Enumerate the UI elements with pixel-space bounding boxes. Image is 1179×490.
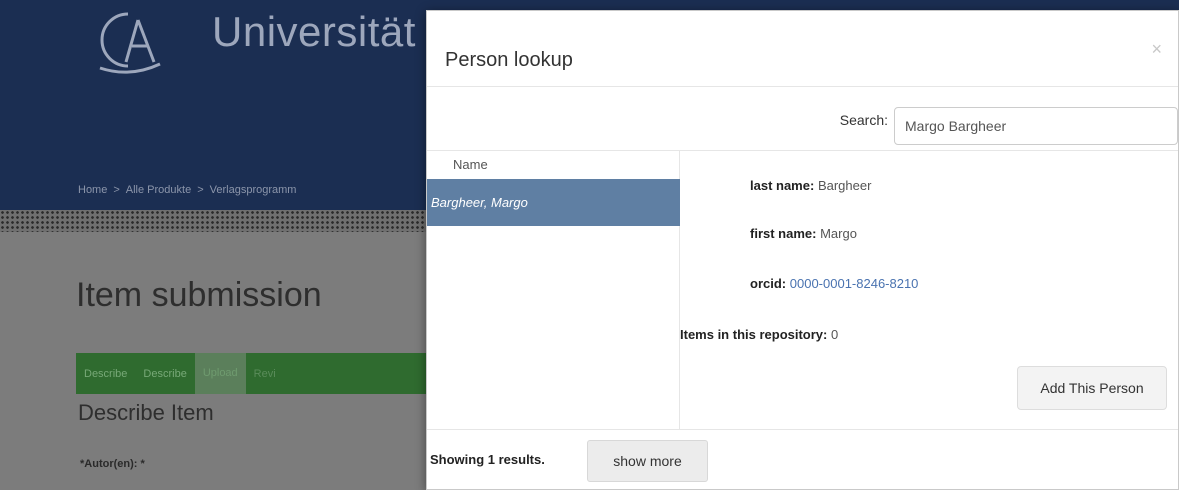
dialog-header: Person lookup × [427, 11, 1178, 87]
orcid-link[interactable]: 0000-0001-8246-8210 [790, 276, 919, 291]
breadcrumb-home[interactable]: Home [78, 184, 107, 196]
first-name-label: first name: [750, 226, 817, 241]
breadcrumb-separator: > [113, 184, 120, 196]
university-seal-logo [99, 12, 161, 74]
last-name-field: last name: Bargheer [750, 178, 871, 193]
step-describe-2[interactable]: Describe [135, 368, 194, 380]
search-input[interactable] [894, 107, 1178, 145]
breadcrumb: Home > Alle Produkte > Verlagsprogramm [78, 184, 296, 196]
dialog-title: Person lookup [445, 49, 573, 71]
first-name-value: Margo [820, 226, 857, 241]
results-list: Name Bargheer, Margo [427, 151, 680, 429]
result-row[interactable]: Bargheer, Margo [427, 179, 680, 226]
orcid-label: orcid: [750, 276, 787, 291]
step-describe-1[interactable]: Describe [76, 368, 135, 380]
show-more-button[interactable]: show more [587, 440, 708, 482]
page-title: Item submission [76, 276, 322, 314]
search-label: Search: [839, 112, 888, 128]
close-icon[interactable]: × [1151, 39, 1162, 60]
breadcrumb-publishing-program[interactable]: Verlagsprogramm [210, 184, 297, 196]
column-header-name: Name [453, 157, 488, 172]
author-field-label: *Autor(en): * [80, 458, 145, 470]
items-label: Items in this repository: [680, 327, 828, 342]
breadcrumb-all-products[interactable]: Alle Produkte [126, 184, 191, 196]
last-name-label: last name: [750, 178, 815, 193]
submission-steps: Describe Describe Upload Revi [76, 353, 436, 394]
breadcrumb-separator: > [197, 184, 204, 196]
dialog-footer: Showing 1 results. show more [427, 429, 1178, 490]
section-title: Describe Item [78, 400, 214, 425]
result-name: Bargheer, Margo [431, 195, 528, 210]
items-count-field: Items in this repository: 0 [680, 327, 838, 342]
first-name-field: first name: Margo [750, 226, 857, 241]
person-details: last name: Bargheer first name: Margo or… [680, 151, 1179, 429]
results-count-text: Showing 1 results. [430, 452, 545, 467]
step-upload[interactable]: Upload [194, 353, 246, 394]
last-name-value: Bargheer [817, 178, 872, 193]
person-lookup-dialog: Person lookup × Search: Name Bargheer, M… [426, 10, 1179, 490]
site-title: Universität [212, 8, 416, 55]
orcid-field: orcid: 0000-0001-8246-8210 [750, 276, 918, 291]
add-person-button[interactable]: Add This Person [1017, 366, 1167, 410]
search-row: Search: [427, 87, 1178, 151]
items-value: 0 [831, 327, 839, 342]
step-review[interactable]: Revi [246, 368, 284, 380]
